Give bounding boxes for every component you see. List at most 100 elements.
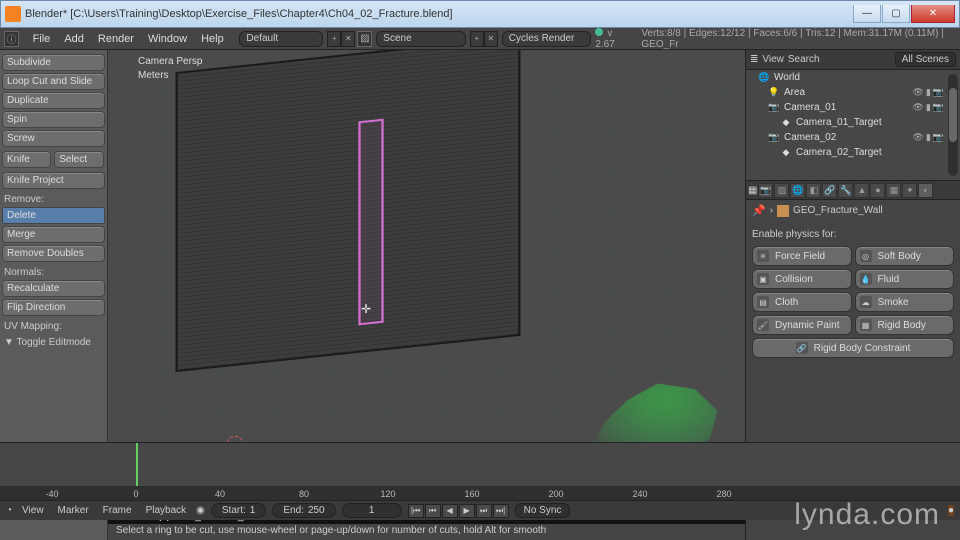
keyframe-prev-button[interactable]: ⏮ xyxy=(425,504,441,518)
frame-start-field[interactable]: Start:1 xyxy=(211,503,266,518)
flip-direction-button[interactable]: Flip Direction xyxy=(2,299,105,316)
scene-dropdown[interactable]: Scene xyxy=(376,31,466,47)
frame-end-field[interactable]: End:250 xyxy=(272,503,335,518)
timeline[interactable]: -40 0 40 80 120 160 200 240 280 xyxy=(0,442,960,500)
autokey-icon[interactable]: ● xyxy=(948,505,954,516)
pin-icon[interactable]: 📌 xyxy=(752,204,766,217)
maximize-button[interactable]: ▢ xyxy=(882,5,910,23)
loopcut-button[interactable]: Loop Cut and Slide xyxy=(2,73,105,90)
cursor-icon[interactable]: ▮ xyxy=(926,132,931,143)
render-icon[interactable]: 📷 xyxy=(933,87,944,98)
menu-add[interactable]: Add xyxy=(58,31,90,47)
tab-data[interactable]: ▲ xyxy=(854,183,869,198)
tab-modifiers[interactable]: 🔧 xyxy=(838,183,853,198)
scene-stats-label: Verts:8/8 | Edges:12/12 | Faces:6/6 | Tr… xyxy=(641,28,956,50)
menu-render[interactable]: Render xyxy=(92,31,140,47)
tab-object[interactable]: ◧ xyxy=(806,183,821,198)
outliner-item-world[interactable]: 🌐World xyxy=(746,70,960,85)
record-icon[interactable]: ◉ xyxy=(196,505,205,516)
layout-delete-button[interactable]: ✕ xyxy=(341,31,355,47)
merge-button[interactable]: Merge xyxy=(2,226,105,243)
tick-label: 280 xyxy=(716,489,731,499)
duplicate-button[interactable]: Duplicate xyxy=(2,92,105,109)
outliner-menu-view[interactable]: View xyxy=(762,54,784,65)
tab-material[interactable]: ● xyxy=(870,183,885,198)
outliner[interactable]: 🌐World 💡Area👁▮📷 📷Camera_01👁▮📷 ◆Camera_01… xyxy=(746,70,960,180)
outliner-menu-search[interactable]: Search xyxy=(788,54,820,65)
cursor-icon[interactable]: ▮ xyxy=(926,87,931,98)
minimize-button[interactable]: — xyxy=(853,5,881,23)
smoke-button[interactable]: ☁Smoke xyxy=(855,292,955,312)
toggle-editmode-header[interactable]: ▼ Toggle Editmode xyxy=(4,337,103,348)
spin-button[interactable]: Spin xyxy=(2,111,105,128)
tab-constraints[interactable]: 🔗 xyxy=(822,183,837,198)
play-reverse-button[interactable]: ◀ xyxy=(442,504,458,518)
timeline-playhead[interactable] xyxy=(136,443,138,486)
outliner-item-camera-02[interactable]: 📷Camera_02👁▮📷 xyxy=(746,130,960,145)
info-editor-icon[interactable]: ⓘ xyxy=(4,31,19,47)
render-icon[interactable]: 📷 xyxy=(933,132,944,143)
play-button[interactable]: ▶ xyxy=(459,504,475,518)
subdivide-button[interactable]: Subdivide xyxy=(2,54,105,71)
tab-world[interactable]: 🌐 xyxy=(790,183,805,198)
dynamic-paint-button[interactable]: 🖌Dynamic Paint xyxy=(752,315,852,335)
outliner-display-dropdown[interactable]: All Scenes xyxy=(895,52,956,67)
screw-button[interactable]: Screw xyxy=(2,130,105,147)
layout-prev-button[interactable]: + xyxy=(327,31,341,47)
tab-scene[interactable]: ▨ xyxy=(774,183,789,198)
eye-icon[interactable]: 👁 xyxy=(912,87,923,98)
timeline-editor-icon[interactable]: ◔ xyxy=(6,505,12,516)
collision-button[interactable]: ▣Collision xyxy=(752,269,852,289)
sync-mode-dropdown[interactable]: No Sync xyxy=(515,503,571,518)
view-units-label: Meters xyxy=(138,70,169,81)
knifeproject-button[interactable]: Knife Project xyxy=(2,172,105,189)
tab-render[interactable]: 📷 xyxy=(758,183,773,198)
recalculate-button[interactable]: Recalculate xyxy=(2,280,105,297)
outliner-item-camera-01[interactable]: 📷Camera_01👁▮📷 xyxy=(746,100,960,115)
render-engine-dropdown[interactable]: Cycles Render xyxy=(502,31,592,47)
removedoubles-button[interactable]: Remove Doubles xyxy=(2,245,105,262)
rigid-body-button[interactable]: ▦Rigid Body xyxy=(855,315,955,335)
forcefield-button[interactable]: ✳Force Field xyxy=(752,246,852,266)
menu-file[interactable]: File xyxy=(27,31,57,47)
rigid-body-constraint-button[interactable]: 🔗Rigid Body Constraint xyxy=(752,338,954,358)
tab-physics[interactable]: ◐ xyxy=(918,183,933,198)
timeline-menu-frame[interactable]: Frame xyxy=(99,505,136,516)
keyframe-next-button[interactable]: ⏭ xyxy=(476,504,492,518)
outliner-label: Camera_01 xyxy=(784,102,836,113)
scene-delete-button[interactable]: ✕ xyxy=(484,31,498,47)
cloth-button[interactable]: ▤Cloth xyxy=(752,292,852,312)
delete-dropdown[interactable]: Delete xyxy=(2,207,105,224)
physics-panel: Enable physics for: ✳Force Field ◎Soft B… xyxy=(746,221,960,364)
knife-button[interactable]: Knife xyxy=(2,151,51,168)
fluid-button[interactable]: 💧Fluid xyxy=(855,269,955,289)
delete-option[interactable]: Delete xyxy=(3,208,104,223)
outliner-item-area[interactable]: 💡Area👁▮📷 xyxy=(746,85,960,100)
screen-layout-dropdown[interactable]: Default xyxy=(239,31,323,47)
menu-help[interactable]: Help xyxy=(195,31,230,47)
timeline-menu-playback[interactable]: Playback xyxy=(142,505,191,516)
render-icon[interactable]: 📷 xyxy=(933,102,944,113)
outliner-item-camera-01-target[interactable]: ◆Camera_01_Target xyxy=(746,115,960,130)
viewport-3d[interactable]: Camera Persp Meters ✛ z y xyxy=(108,50,745,510)
tab-particles[interactable]: ✦ xyxy=(902,183,917,198)
jump-start-button[interactable]: |⏮ xyxy=(408,504,424,518)
scene-add-button[interactable]: + xyxy=(470,31,484,47)
menu-window[interactable]: Window xyxy=(142,31,193,47)
frame-current-field[interactable]: 1 xyxy=(342,503,402,518)
outliner-scrollbar[interactable] xyxy=(948,74,958,176)
eye-icon[interactable]: 👁 xyxy=(912,132,923,143)
timeline-menu-view[interactable]: View xyxy=(18,505,48,516)
outliner-item-camera-02-target[interactable]: ◆Camera_02_Target xyxy=(746,145,960,160)
cursor-icon[interactable]: ▮ xyxy=(926,102,931,113)
jump-end-button[interactable]: ⏭| xyxy=(493,504,509,518)
outliner-editor-icon[interactable]: ≣ xyxy=(750,54,758,65)
softbody-button[interactable]: ◎Soft Body xyxy=(855,246,955,266)
tab-texture[interactable]: ▦ xyxy=(886,183,901,198)
timeline-menu-marker[interactable]: Marker xyxy=(54,505,93,516)
eye-icon[interactable]: 👁 xyxy=(912,102,923,113)
knife-select-button[interactable]: Select xyxy=(54,151,103,168)
tick-label: -40 xyxy=(45,489,58,499)
close-button[interactable]: ✕ xyxy=(911,5,955,23)
properties-editor-icon[interactable]: ▦ xyxy=(748,185,757,196)
